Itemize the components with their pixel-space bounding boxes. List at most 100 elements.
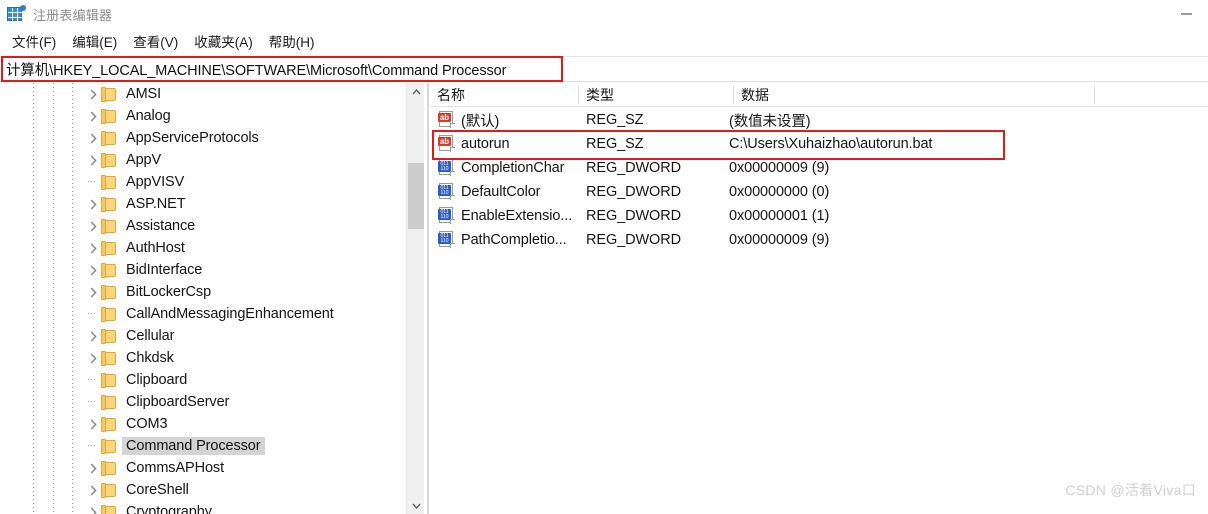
- tree-item-bidinterface[interactable]: BidInterface: [0, 259, 405, 281]
- chevron-right-icon[interactable]: [86, 479, 100, 501]
- tree-item-label: ASP.NET: [126, 196, 186, 212]
- scroll-down-arrow-icon[interactable]: [407, 497, 425, 514]
- tree-item-label: Cellular: [126, 328, 175, 344]
- tree-item-label: AMSI: [126, 86, 162, 102]
- tree-item-assistance[interactable]: Assistance: [0, 215, 405, 237]
- chevron-right-icon[interactable]: [86, 413, 100, 435]
- table-row[interactable]: 011 110 EnableExtensio... REG_DWORD 0x000000…: [430, 204, 1208, 228]
- tree-item-chkdsk[interactable]: Chkdsk: [0, 347, 405, 369]
- column-header-type[interactable]: 类型: [579, 83, 733, 107]
- registry-editor-window: 注册表编辑器 文件(F) 编辑(E) 查看(V) 收藏夹(A) 帮助(H) 计算…: [0, 0, 1208, 514]
- tree-item-label: CommsAPHost: [126, 460, 224, 476]
- window-title: 注册表编辑器: [33, 7, 113, 23]
- menu-favorites[interactable]: 收藏夹(A): [186, 29, 261, 53]
- chevron-right-icon[interactable]: [86, 149, 100, 171]
- tree-item-authhost[interactable]: AuthHost: [0, 237, 405, 259]
- window-controls: [1164, 0, 1208, 28]
- folder-icon: [101, 87, 116, 102]
- chevron-right-icon[interactable]: [86, 83, 100, 105]
- folder-icon: [101, 241, 116, 256]
- chevron-right-icon[interactable]: [86, 457, 100, 479]
- folder-icon: [101, 307, 116, 322]
- column-header-name[interactable]: 名称: [430, 83, 578, 107]
- tree-item-amsi[interactable]: AMSI: [0, 83, 405, 105]
- registry-key-tree[interactable]: AMSI Analog AppServiceProtocols AppV AppVISV…: [0, 83, 405, 514]
- chevron-right-icon[interactable]: [86, 281, 100, 303]
- table-row[interactable]: ab autorun REG_SZ C:\Users\Xuhaizhao\autoru…: [430, 132, 1208, 156]
- menu-edit[interactable]: 编辑(E): [64, 29, 125, 53]
- tree-item-clipboardserver[interactable]: ClipboardServer: [0, 391, 405, 413]
- dword-value-icon: 011 110: [438, 231, 455, 248]
- tree-item-cellular[interactable]: Cellular: [0, 325, 405, 347]
- scrollbar-thumb[interactable]: [408, 163, 424, 229]
- tree-leaf-guide: [86, 369, 100, 391]
- menu-help[interactable]: 帮助(H): [261, 29, 323, 53]
- tree-leaf-guide: [86, 435, 100, 457]
- folder-icon: [101, 351, 116, 366]
- value-list-header: 名称 类型 数据: [430, 83, 1208, 107]
- column-header-data[interactable]: 数据: [734, 83, 1094, 107]
- tree-item-clipboard[interactable]: Clipboard: [0, 369, 405, 391]
- tree-item-label: Analog: [126, 108, 171, 124]
- registry-key-tree-pane: AMSI Analog AppServiceProtocols AppV AppVISV…: [0, 83, 425, 514]
- menu-view[interactable]: 查看(V): [125, 29, 186, 53]
- minimize-button[interactable]: [1164, 0, 1208, 28]
- dword-value-icon: 011 110: [438, 159, 455, 176]
- value-data: 0x00000000 (0): [729, 184, 830, 200]
- title-bar: 注册表编辑器: [0, 0, 1208, 28]
- value-type: REG_SZ: [586, 136, 644, 152]
- chevron-right-icon[interactable]: [86, 215, 100, 237]
- tree-item-label: ClipboardServer: [126, 394, 230, 410]
- chevron-right-icon[interactable]: [86, 193, 100, 215]
- table-row[interactable]: ab (默认) REG_SZ (数值未设置): [430, 108, 1208, 132]
- address-bar[interactable]: 计算机\HKEY_LOCAL_MACHINE\SOFTWARE\Microsof…: [0, 56, 1208, 82]
- registry-editor-icon: [7, 5, 26, 23]
- value-data: (数值未设置): [729, 113, 811, 130]
- tree-vertical-scrollbar[interactable]: [406, 83, 424, 514]
- menu-bar: 文件(F) 编辑(E) 查看(V) 收藏夹(A) 帮助(H): [0, 29, 1208, 53]
- scroll-up-arrow-icon[interactable]: [407, 83, 425, 100]
- tree-item-label: AppServiceProtocols: [126, 130, 259, 146]
- chevron-right-icon[interactable]: [86, 127, 100, 149]
- chevron-right-icon[interactable]: [86, 105, 100, 127]
- table-row[interactable]: 011 110 CompletionChar REG_DWORD 0x00000009 …: [430, 156, 1208, 180]
- folder-icon: [101, 373, 116, 388]
- value-data: C:\Users\Xuhaizhao\autorun.bat: [729, 136, 933, 152]
- chevron-right-icon[interactable]: [86, 325, 100, 347]
- tree-item-appvisv[interactable]: AppVISV: [0, 171, 405, 193]
- chevron-right-icon[interactable]: [86, 501, 100, 514]
- tree-item-analog[interactable]: Analog: [0, 105, 405, 127]
- chevron-right-icon[interactable]: [86, 259, 100, 281]
- string-value-icon: ab: [438, 111, 455, 128]
- tree-item-cryptography[interactable]: Cryptography: [0, 501, 405, 514]
- pane-splitter[interactable]: [427, 83, 429, 514]
- menu-file[interactable]: 文件(F): [4, 29, 64, 53]
- tree-item-label: Assistance: [126, 218, 196, 234]
- value-name: CompletionChar: [461, 160, 565, 176]
- tree-item-label: Clipboard: [126, 372, 188, 388]
- tree-item-coreshell[interactable]: CoreShell: [0, 479, 405, 501]
- table-row[interactable]: 011 110 DefaultColor REG_DWORD 0x00000000 (0…: [430, 180, 1208, 204]
- folder-icon: [101, 461, 116, 476]
- tree-item-command-processor[interactable]: Command Processor: [0, 435, 405, 457]
- folder-icon: [101, 263, 116, 278]
- chevron-right-icon[interactable]: [86, 347, 100, 369]
- tree-item-bitlockercsp[interactable]: BitLockerCsp: [0, 281, 405, 303]
- tree-item-asp-net[interactable]: ASP.NET: [0, 193, 405, 215]
- tree-item-label: AppV: [126, 152, 162, 168]
- tree-item-callandmessagingenhancement[interactable]: CallAndMessagingEnhancement: [0, 303, 405, 325]
- tree-item-label: BitLockerCsp: [126, 284, 212, 300]
- dword-value-icon: 011 110: [438, 183, 455, 200]
- table-row[interactable]: 011 110 PathCompletio... REG_DWORD 0x0000000…: [430, 228, 1208, 252]
- tree-item-commsaphost[interactable]: CommsAPHost: [0, 457, 405, 479]
- value-type: REG_DWORD: [586, 160, 681, 176]
- tree-item-com3[interactable]: COM3: [0, 413, 405, 435]
- folder-icon: [101, 329, 116, 344]
- tree-leaf-guide: [86, 171, 100, 193]
- chevron-right-icon[interactable]: [86, 237, 100, 259]
- column-separator-3[interactable]: [1094, 86, 1095, 104]
- tree-item-appserviceprotocols[interactable]: AppServiceProtocols: [0, 127, 405, 149]
- tree-item-appv[interactable]: AppV: [0, 149, 405, 171]
- value-data: 0x00000009 (9): [729, 160, 830, 176]
- value-name: autorun: [461, 136, 510, 152]
